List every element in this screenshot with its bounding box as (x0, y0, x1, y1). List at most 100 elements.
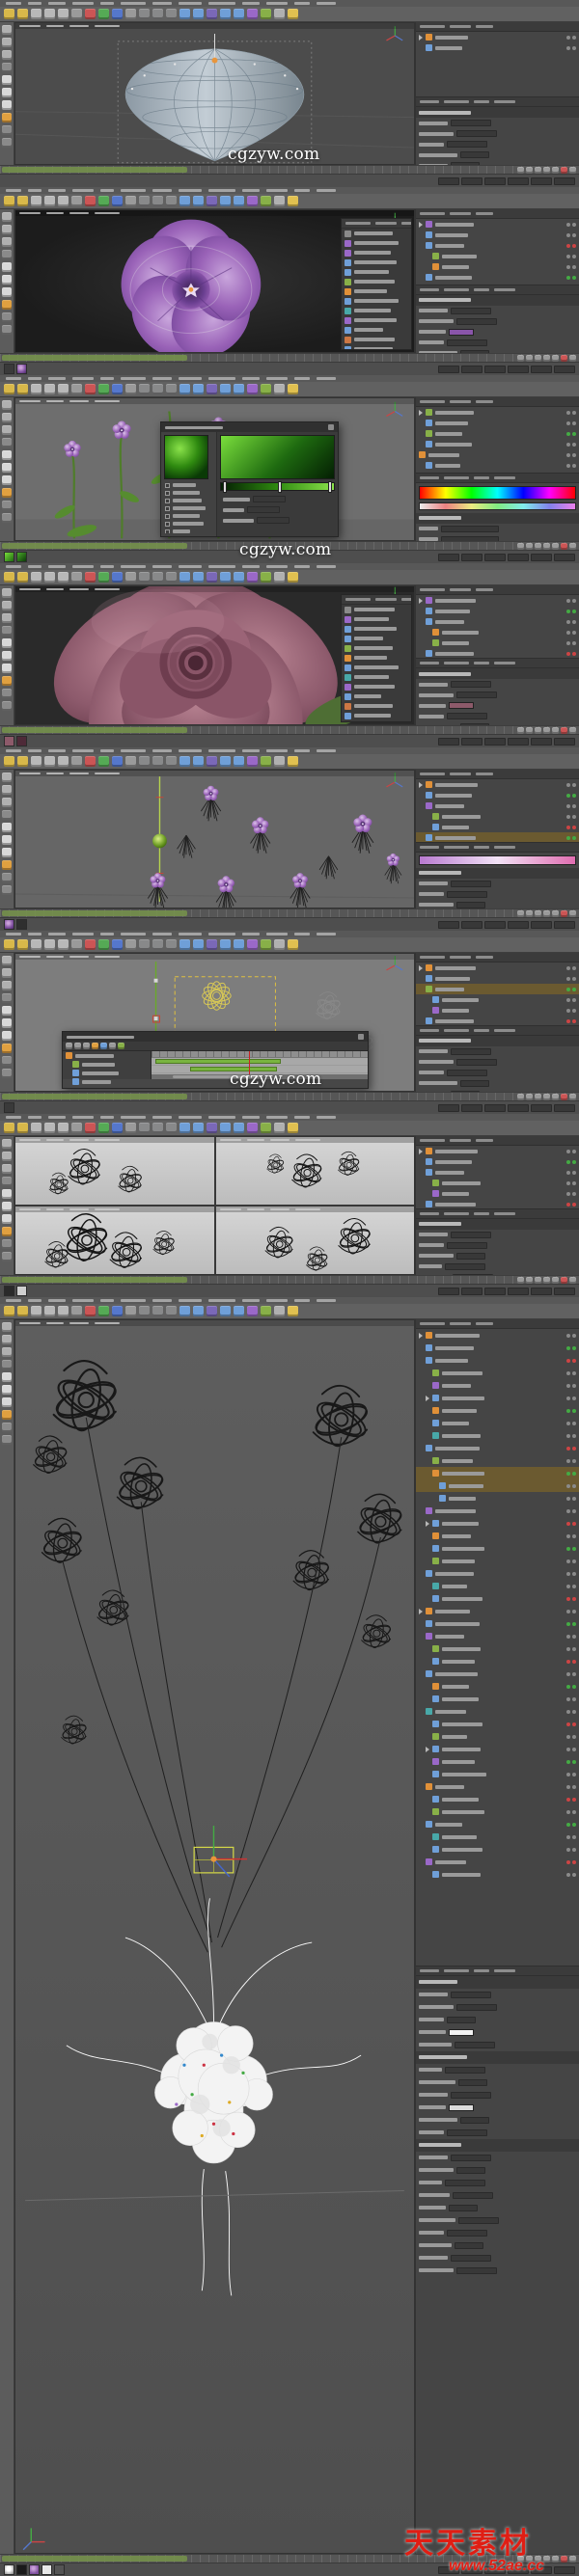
list-row[interactable] (342, 306, 411, 315)
visibility-dot[interactable] (566, 275, 570, 280)
visibility-dot[interactable] (566, 1696, 570, 1701)
visibility-dot[interactable] (572, 1609, 576, 1613)
list-row[interactable] (416, 2101, 579, 2114)
coordinate-system-icon[interactable] (125, 384, 136, 394)
menu-item[interactable] (266, 749, 288, 752)
list-row[interactable] (63, 1069, 151, 1077)
lock-y-axis-icon[interactable] (98, 572, 109, 583)
coordinate-system-icon[interactable] (125, 9, 136, 19)
list-row[interactable] (416, 679, 579, 690)
list-row[interactable] (342, 720, 411, 721)
menu-item[interactable] (95, 1322, 120, 1324)
value-field[interactable] (451, 120, 491, 126)
subdivision-surface-icon[interactable] (207, 939, 217, 950)
last-tool-icon[interactable] (71, 1306, 82, 1316)
list-row[interactable] (342, 672, 411, 682)
menu-item[interactable] (444, 1028, 469, 1032)
render-picture-viewer-icon[interactable] (152, 384, 163, 394)
list-row[interactable] (342, 624, 411, 634)
render-picture-viewer-icon[interactable] (152, 939, 163, 950)
menu-item[interactable] (152, 1116, 172, 1119)
visibility-dot[interactable] (572, 793, 576, 798)
menu-item[interactable] (48, 377, 66, 380)
render-settings-icon[interactable] (166, 1123, 177, 1133)
menu-item[interactable] (28, 2, 41, 5)
visibility-dot[interactable] (566, 463, 570, 468)
lock-z-axis-icon[interactable] (112, 1123, 123, 1133)
undo-icon[interactable] (4, 196, 14, 206)
coordinate-field[interactable] (461, 1287, 482, 1295)
light-icon[interactable] (288, 1123, 298, 1133)
menu-item[interactable] (179, 1299, 202, 1302)
timeline-ruler[interactable] (0, 165, 579, 174)
visibility-dot[interactable] (566, 1722, 570, 1726)
subdivision-surface-icon[interactable] (207, 196, 217, 206)
menu-item[interactable] (95, 212, 120, 214)
menu-item[interactable] (294, 1139, 320, 1141)
list-row[interactable] (416, 1755, 579, 1768)
visibility-dot[interactable] (566, 976, 570, 981)
menu-item[interactable] (69, 1139, 89, 1141)
list-row[interactable] (416, 1668, 579, 1680)
camera-icon[interactable] (274, 572, 285, 583)
camera-icon[interactable] (274, 939, 285, 950)
menu-item[interactable] (69, 212, 89, 214)
coordinate-system-icon[interactable] (125, 939, 136, 950)
lock-x-axis-icon[interactable] (85, 572, 96, 583)
light-icon[interactable] (288, 939, 298, 950)
render-picture-viewer-icon[interactable] (152, 196, 163, 206)
visibility-dot[interactable] (572, 814, 576, 819)
menu-item[interactable] (6, 377, 21, 380)
subdivision-surface-icon[interactable] (207, 572, 217, 583)
menu-item[interactable] (208, 933, 235, 935)
deformer-icon[interactable] (247, 939, 258, 950)
coordinate-field[interactable] (484, 737, 506, 746)
visibility-dot[interactable] (566, 35, 570, 40)
visibility-dot[interactable] (566, 1684, 570, 1689)
viewport-canvas-scene[interactable] (15, 1320, 414, 2553)
viewport-top[interactable] (215, 1137, 414, 1205)
menu-item[interactable] (420, 845, 439, 849)
visibility-dot[interactable] (572, 275, 576, 280)
coordinate-field[interactable] (508, 553, 529, 561)
visibility-dot[interactable] (572, 825, 576, 829)
lock-icon[interactable] (2, 1435, 12, 1445)
material-thumbnail[interactable] (16, 552, 27, 562)
coordinate-field[interactable] (438, 176, 459, 185)
next-frame-icon[interactable] (543, 1276, 550, 1284)
list-row[interactable] (416, 2164, 579, 2177)
list-row[interactable] (416, 1479, 579, 1492)
visibility-dot[interactable] (572, 1571, 576, 1576)
lock-icon[interactable] (2, 701, 12, 711)
object-manager-tabs[interactable] (416, 770, 579, 779)
viewport-filter-icon[interactable] (2, 1423, 12, 1432)
expand-arrow-icon[interactable] (426, 1746, 429, 1752)
coordinate-field[interactable] (554, 1103, 575, 1112)
list-row[interactable] (416, 1830, 579, 1843)
visibility-dot[interactable] (572, 1546, 576, 1551)
visibility-dot[interactable] (566, 1345, 570, 1350)
visibility-dot[interactable] (566, 987, 570, 991)
menu-item[interactable] (476, 1322, 493, 1325)
rotate-tool-icon[interactable] (58, 196, 69, 206)
render-view-icon[interactable] (139, 196, 150, 206)
menu-item[interactable] (28, 377, 41, 380)
list-row[interactable] (416, 2127, 579, 2139)
next-frame-icon[interactable] (543, 166, 550, 174)
viewport-filter-icon[interactable] (2, 125, 12, 135)
workplane-mode-icon[interactable] (2, 810, 12, 820)
viewport-canvas[interactable] (15, 1137, 214, 1205)
menu-item[interactable] (494, 845, 515, 849)
redo-icon[interactable] (17, 1123, 28, 1133)
coordinate-field[interactable] (461, 737, 482, 746)
material-thumbnail[interactable] (4, 364, 14, 374)
bookmark-icon[interactable] (118, 1043, 124, 1049)
visibility-dot[interactable] (572, 1383, 576, 1388)
filter-icon[interactable] (109, 1043, 116, 1049)
menu-item[interactable] (242, 377, 260, 380)
object-manager-tabs[interactable] (416, 953, 579, 963)
timeline-ruler[interactable] (0, 1092, 579, 1100)
visibility-dot[interactable] (566, 997, 570, 1002)
render-view-icon[interactable] (139, 1123, 150, 1133)
list-row[interactable] (416, 1156, 579, 1167)
